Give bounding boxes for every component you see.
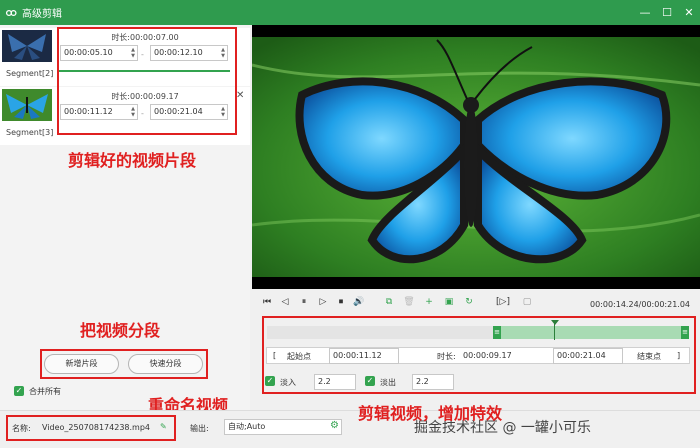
end-point-button[interactable]: 结束点 [637,351,661,362]
clip-duration-value: 00:00:09.17 [463,351,512,360]
clip-start-input[interactable]: 00:00:11.12 [329,348,399,364]
bracket-right: ] [677,351,681,360]
play-range-icon[interactable]: [▷] [492,297,514,307]
annotation-box [57,27,237,135]
edit-icon[interactable]: ✎ [160,422,167,431]
fade-out-input[interactable]: 2.2 [412,374,454,390]
merge-all-label: 合并所有 [29,387,61,396]
fade-in-label: 淡入 [280,378,296,387]
fade-out-label: 淡出 [380,378,396,387]
clip-end-input[interactable]: 00:00:21.04 [553,348,623,364]
annotation-clip-effects: 剪辑视频，增加特效 [358,404,503,423]
bracket-left: [ [273,351,277,360]
fade-in-checkbox[interactable]: ✓ [265,376,275,386]
next-frame-icon[interactable]: ▷ [316,297,330,307]
output-select[interactable]: 自动;Auto [224,419,342,435]
playhead-marker-icon [551,320,559,325]
segment-delete-button[interactable]: ✕ [236,90,244,101]
annotation-clipped-segments: 剪辑好的视频片段 [68,151,197,170]
segment-thumbnail [2,89,52,121]
video-preview[interactable] [252,25,700,289]
segment-panel: Segment[2] 时长:00:00:07.00 00:00:05.10 ▲ ▼ … [0,25,250,440]
stop-icon[interactable]: ⏹ [334,297,348,307]
clip-duration-label: 时长: [437,352,456,361]
prev-frame-icon[interactable]: ◁ [278,297,292,307]
quick-split-button[interactable]: 快速分段 [128,354,203,374]
annotation-split-video: 把视频分段 [80,321,161,340]
copy-icon[interactable]: ▣ [442,297,456,307]
minimize-button[interactable]: — [634,0,656,25]
app-logo-icon [0,0,22,25]
skip-start-icon[interactable]: ⏮ [260,297,274,307]
range-start-handle[interactable]: ≡ [493,326,501,339]
timeline-selection: ≡ ≡ [493,326,689,339]
fade-out-checkbox[interactable]: ✓ [365,376,375,386]
fade-in-input[interactable]: 2.2 [314,374,356,390]
segment-label: Segment[2] [6,69,54,78]
name-input[interactable]: Video_250708174238.mp4 [42,423,150,432]
gear-icon[interactable]: ⚙ [330,420,339,431]
bottom-bar: 名称: Video_250708174238.mp4 ✎ 输出: 自动;Auto… [0,410,700,448]
snapshot-icon[interactable]: ▢ [520,297,534,307]
new-segment-button[interactable]: 新增片段 [44,354,119,374]
pause-icon[interactable]: ⏸ [297,297,311,307]
window-title: 高级剪辑 [22,9,62,20]
delete-icon[interactable]: 🗑 [402,297,416,307]
reset-icon[interactable]: ↻ [462,297,476,307]
output-label: 输出: [190,424,209,433]
merge-all-checkbox[interactable]: ✓ [14,386,24,396]
timeline[interactable]: ≡ ≡ [267,320,689,340]
volume-icon[interactable]: 🔊 [352,297,366,307]
close-button[interactable]: ✕ [678,0,700,25]
segment-thumbnail [2,30,52,62]
name-label: 名称: [12,424,31,433]
title-bar: 高级剪辑 — ☐ ✕ [0,0,700,25]
segment-label: Segment[3] [6,128,54,137]
butterfly-frame [252,37,700,277]
player-controls: ⏮ ◁ ⏸ ▷ ⏹ 🔊 ⧉ 🗑 + ▣ ↻ [▷] ▢ 00:00:14.24/… [252,289,700,410]
start-point-button[interactable]: 起始点 [287,351,311,362]
add-icon[interactable]: + [422,297,436,307]
clip-time-row: [ 起始点 00:00:11.12 时长: 00:00:09.17 00:00:… [266,347,690,364]
split-icon[interactable]: ⧉ [382,297,396,307]
range-end-handle[interactable]: ≡ [681,326,689,339]
time-display: 00:00:14.24/00:00:21.04 [590,300,690,309]
maximize-button[interactable]: ☐ [656,0,678,25]
